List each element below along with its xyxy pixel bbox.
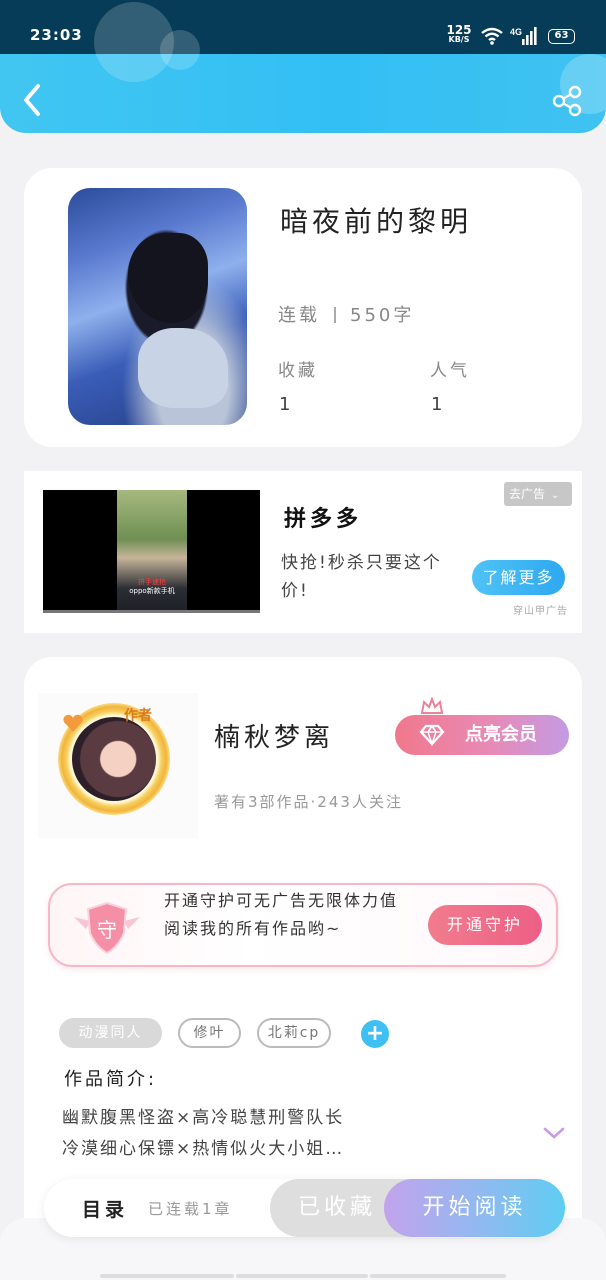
tag-item[interactable]: 北莉cp [257,1018,331,1048]
nav-indicator [370,1274,506,1278]
favorites-label: 收藏 [278,361,318,381]
start-reading-button[interactable]: 开始阅读 [384,1179,565,1237]
bottom-action-bar: 目录 已连载1章 已收藏 开始阅读 [44,1179,565,1237]
crown-icon [420,697,444,717]
toc-status: 已连载1章 [148,1200,233,1218]
tag-item[interactable]: 修叶 [178,1018,241,1048]
status-time: 23:03 [30,26,83,44]
author-works: 著有3部作品·243人关注 [214,793,403,811]
author-name[interactable]: 楠秋梦离 [214,717,334,754]
guard-description: 开通守护可无广告无限体力值阅读我的所有作品哟~ [164,891,399,938]
tag-item[interactable]: 动漫同人 [59,1018,162,1048]
author-avatar[interactable]: 作者 [38,693,198,838]
guard-button[interactable]: 开通守护 [428,905,542,945]
header: 23:03 125 KB/S 4G 63 [0,0,606,133]
serial-status: 连载 [278,305,320,326]
ad-banner[interactable]: 拼手速抢 oppo新款手机 去广告 ⌄ 拼多多 快抢!秒杀只要这个价! 了解更多… [24,471,582,633]
diamond-icon [419,724,445,746]
heart-icon [63,714,83,732]
svg-text:守: 守 [97,918,117,942]
battery-icon: 63 [548,29,575,44]
add-tag-button[interactable]: + [361,1020,389,1048]
intro-label: 作品简介: [64,1069,158,1090]
ad-title: 拼多多 [284,507,363,532]
share-icon[interactable] [550,84,584,118]
favorites-count: 1 [279,394,291,415]
guard-banner[interactable]: 守 开通守护可无广告无限体力值阅读我的所有作品哟~ 开通守护 [48,883,558,967]
book-info-card: 暗夜前的黎明 连载 550字 收藏 人气 1 1 [24,168,582,447]
popularity-count: 1 [431,394,443,415]
chevron-down-icon: ⌄ [550,490,560,501]
chevron-left-icon[interactable] [18,82,48,118]
book-status: 连载 550字 [278,301,414,327]
book-title: 暗夜前的黎明 [280,205,473,238]
net-speed: 125 KB/S [446,23,472,44]
vip-button[interactable]: 点亮会员 [395,715,569,755]
popularity-label: 人气 [430,361,470,381]
learn-more-button[interactable]: 了解更多 [472,560,565,595]
shield-icon: 守 [74,901,140,955]
ad-description: 快抢!秒杀只要这个价! [281,553,442,601]
chevron-down-icon[interactable] [542,1125,566,1141]
remove-ad-button[interactable]: 去广告 ⌄ [504,482,572,506]
toc-button[interactable]: 目录 [82,1195,128,1222]
nav-indicator [236,1274,368,1278]
ad-video[interactable]: 拼手速抢 oppo新款手机 [43,490,260,613]
wifi-icon [481,27,503,45]
author-badge: 作者 [124,708,152,724]
book-cover [68,188,247,425]
ad-source: 穿山甲广告 [513,606,568,617]
nav-indicator [100,1274,234,1278]
signal-icon: 4G [510,27,537,45]
intro-text: 幽默腹黑怪盗×高冷聪慧刑警队长 冷漠细心保镖×热情似火大小姐… [62,1108,345,1159]
svg-text:4G: 4G [510,27,522,37]
word-count: 550字 [350,305,415,326]
status-bar: 23:03 125 KB/S 4G 63 [0,0,606,82]
